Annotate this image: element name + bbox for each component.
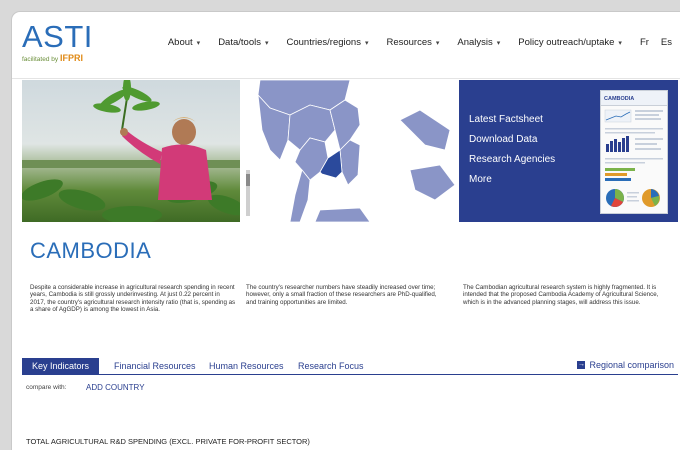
browser-frame: ASTI facilitated by IFPRI About ▾ Data/to… bbox=[12, 12, 680, 450]
nav-item-policy-outreach[interactable]: Policy outreach/uptake ▾ bbox=[518, 37, 622, 48]
add-country-button[interactable]: ADD COUNTRY bbox=[86, 383, 145, 392]
compare-with-label: compare with: bbox=[26, 384, 67, 391]
quick-links-panel: Latest Factsheet Download Data Research … bbox=[459, 80, 678, 222]
summary-researchers: The country's researcher numbers have st… bbox=[246, 284, 437, 306]
country-map[interactable] bbox=[240, 79, 460, 223]
nav-item-countries-regions[interactable]: Countries/regions ▾ bbox=[286, 37, 368, 48]
section-heading: TOTAL AGRICULTURAL R&D SPENDING (EXCL. P… bbox=[26, 437, 310, 446]
summary-system: The Cambodian agricultural research syst… bbox=[463, 284, 659, 306]
tab-research-focus[interactable]: Research Focus bbox=[298, 358, 364, 374]
logo-tagline: facilitated by IFPRI bbox=[22, 53, 93, 63]
regional-comparison-label: Regional comparison bbox=[589, 360, 674, 370]
indicator-tabs: Key Indicators Financial Resources Human… bbox=[22, 358, 678, 375]
asti-logo[interactable]: ASTI facilitated by IFPRI bbox=[22, 19, 93, 63]
lang-french-link[interactable]: Fr bbox=[640, 37, 649, 48]
page-title: CAMBODIA bbox=[30, 238, 152, 263]
latest-factsheet-link[interactable]: Latest Factsheet bbox=[469, 114, 555, 126]
chevron-down-icon: ▾ bbox=[264, 40, 269, 47]
factsheet-preview bbox=[604, 109, 663, 207]
tab-human-resources[interactable]: Human Resources bbox=[209, 358, 284, 374]
nav-item-about[interactable]: About ▾ bbox=[168, 37, 200, 48]
summary-spending: Despite a considerable increase in agric… bbox=[30, 284, 236, 313]
tab-financial-resources[interactable]: Financial Resources bbox=[114, 358, 196, 374]
logo-tagline-prefix: facilitated by bbox=[22, 56, 59, 63]
factsheet-thumbnail[interactable]: CAMBODIA bbox=[600, 90, 668, 214]
chevron-down-icon: ▾ bbox=[618, 40, 622, 47]
farmer-photo bbox=[22, 80, 240, 222]
tab-key-indicators[interactable]: Key Indicators bbox=[22, 358, 100, 374]
nav-item-resources[interactable]: Resources ▾ bbox=[386, 37, 439, 48]
chevron-down-icon: ▾ bbox=[496, 40, 501, 47]
logo-tagline-brand: IFPRI bbox=[59, 53, 83, 63]
arrow-right-icon: → bbox=[577, 361, 586, 369]
logo-wordmark: ASTI bbox=[22, 19, 93, 54]
quick-links: Latest Factsheet Download Data Research … bbox=[469, 114, 555, 194]
research-agencies-link[interactable]: Research Agencies bbox=[469, 154, 555, 166]
chevron-down-icon: ▾ bbox=[196, 40, 201, 47]
main-nav: About ▾ Data/tools ▾ Countries/regions ▾ Re… bbox=[150, 37, 672, 48]
chevron-down-icon: ▾ bbox=[364, 40, 369, 47]
nav-item-analysis[interactable]: Analysis ▾ bbox=[457, 37, 500, 48]
site-header: ASTI facilitated by IFPRI About ▾ Data/to… bbox=[12, 12, 680, 79]
chevron-down-icon: ▾ bbox=[435, 40, 440, 47]
hero-banner: Latest Factsheet Download Data Research … bbox=[22, 79, 678, 223]
more-link[interactable]: More bbox=[469, 174, 555, 186]
nav-item-data-tools[interactable]: Data/tools ▾ bbox=[218, 37, 268, 48]
regional-comparison-link[interactable]: → Regional comparison bbox=[577, 360, 674, 370]
factsheet-title: CAMBODIA bbox=[604, 96, 635, 102]
lang-spanish-link[interactable]: Es bbox=[661, 37, 672, 48]
download-data-link[interactable]: Download Data bbox=[469, 134, 555, 146]
